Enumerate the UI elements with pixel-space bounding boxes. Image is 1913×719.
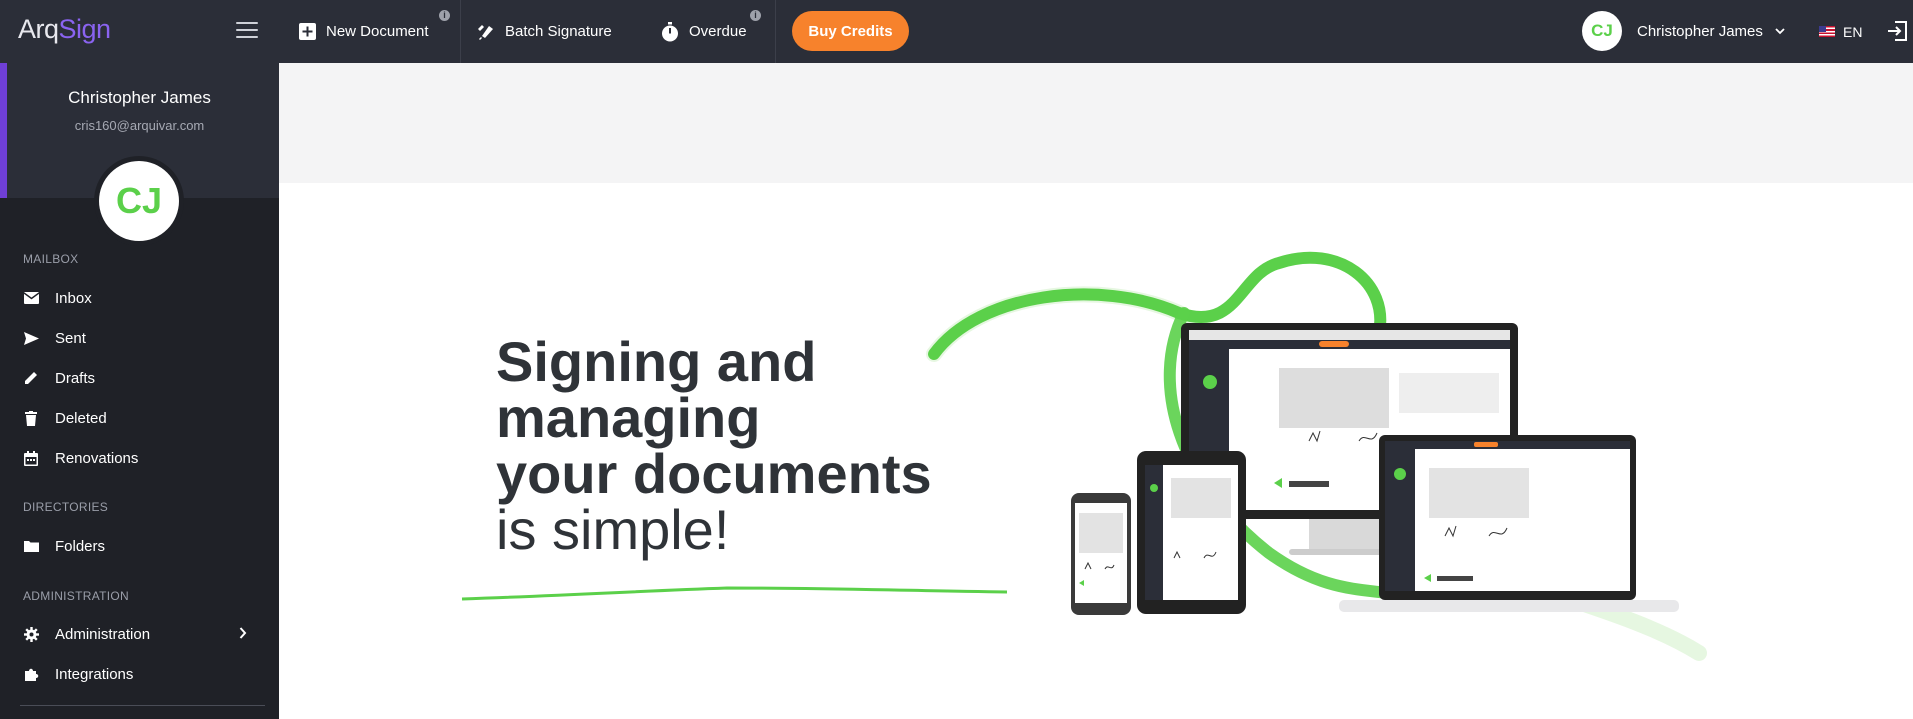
sidebar-item-label: Folders: [55, 537, 106, 555]
main-header-band: [279, 63, 1913, 183]
batch-signature-label: Batch Signature: [505, 23, 612, 40]
top-navbar: New Document i Batch Signature Overdue i…: [279, 0, 1913, 63]
chevron-down-icon: [1775, 26, 1785, 38]
laptop-device: [1339, 435, 1679, 612]
language-selector[interactable]: EN: [1819, 0, 1862, 63]
sidebar-item-administration[interactable]: Administration: [0, 616, 279, 652]
sidebar-item-label: Renovations: [55, 449, 139, 467]
sidebar-item-inbox[interactable]: Inbox: [0, 280, 279, 316]
overdue-button[interactable]: Overdue: [661, 0, 747, 63]
pencil-icon: [23, 370, 39, 386]
overdue-info-icon[interactable]: i: [750, 10, 761, 21]
hero-headline: Signing and managing your documents is s…: [496, 334, 932, 558]
calendar-icon: [23, 450, 39, 466]
sidebar-avatar[interactable]: CJ: [94, 156, 184, 246]
section-title-administration: ADMINISTRATION: [23, 589, 129, 603]
sidebar-item-renovations[interactable]: Renovations: [0, 440, 279, 476]
tablet-device: [1137, 451, 1246, 614]
menu-toggle-icon[interactable]: [236, 22, 258, 40]
user-avatar[interactable]: CJ: [1582, 11, 1622, 51]
sidebar-item-label: Integrations: [55, 665, 134, 683]
sidebar-item-label: Deleted: [55, 409, 107, 427]
sidebar-item-drafts[interactable]: Drafts: [0, 360, 279, 396]
sidebar-item-label: Inbox: [55, 289, 92, 307]
user-menu-dropdown[interactable]: Christopher James: [1637, 0, 1785, 63]
topbar-separator: [460, 0, 461, 63]
topbar-user-name: Christopher James: [1637, 23, 1763, 40]
new-document-button[interactable]: New Document: [299, 0, 429, 63]
stopwatch-icon: [661, 21, 679, 42]
puzzle-icon: [23, 666, 39, 682]
folder-icon: [23, 538, 39, 554]
sidebar-item-label: Administration: [55, 625, 151, 643]
buy-credits-button[interactable]: Buy Credits: [792, 11, 909, 51]
overdue-label: Overdue: [689, 23, 747, 40]
topbar-separator: [775, 0, 776, 63]
sidebar-item-deleted[interactable]: Deleted: [0, 400, 279, 436]
logo-prefix: Arq: [18, 14, 59, 44]
app-logo[interactable]: ArqSign: [18, 14, 111, 45]
sidebar-divider: [20, 705, 265, 706]
hero-line-3: your documents: [496, 442, 932, 505]
trash-icon: [23, 410, 39, 426]
chevron-right-icon: [239, 626, 247, 642]
sidebar-item-label: Sent: [55, 329, 86, 347]
gear-icon: [23, 626, 39, 642]
sidebar-item-folders[interactable]: Folders: [0, 528, 279, 564]
language-label: EN: [1843, 23, 1863, 40]
new-document-label: New Document: [326, 23, 429, 40]
us-flag-icon: [1819, 26, 1835, 37]
batch-signature-button[interactable]: Batch Signature: [477, 0, 612, 63]
sidebar-user-email: cris160@arquivar.com: [74, 118, 205, 133]
logo-suffix: Sign: [58, 14, 112, 44]
hero-line-2: managing: [496, 386, 761, 449]
sidebar: ArqSign Christopher James cris160@arquiv…: [0, 0, 279, 719]
phone-device: [1071, 493, 1131, 615]
hero-line-4: is simple!: [496, 498, 730, 561]
logout-icon[interactable]: [1887, 21, 1907, 41]
sidebar-item-label: Drafts: [55, 369, 96, 387]
envelope-icon: [23, 290, 39, 306]
paper-plane-icon: [23, 330, 39, 346]
sidebar-item-sent[interactable]: Sent: [0, 320, 279, 356]
plus-square-icon: [299, 23, 316, 40]
hero-line-1: Signing and: [496, 330, 817, 393]
pen-nib-icon: [477, 23, 495, 41]
sidebar-user-name: Christopher James: [68, 88, 211, 107]
section-title-mailbox: MAILBOX: [23, 252, 79, 266]
new-document-info-icon[interactable]: i: [439, 10, 450, 21]
section-title-directories: DIRECTORIES: [23, 500, 109, 514]
sidebar-item-integrations[interactable]: Integrations: [0, 656, 279, 692]
avatar-initials: CJ: [99, 161, 179, 241]
